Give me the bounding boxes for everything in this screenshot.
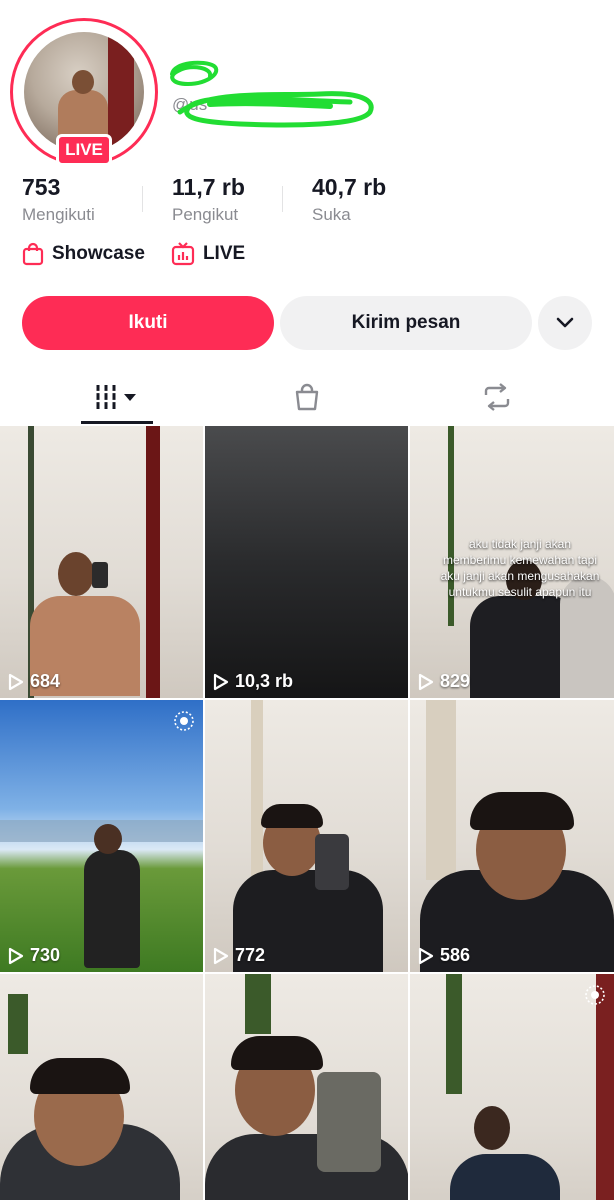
shopping-bag-icon: [22, 242, 44, 266]
profile-links: Showcase LIVE: [22, 242, 271, 266]
handle-redaction-scribble: [177, 91, 374, 128]
view-count-value: 772: [235, 945, 266, 965]
pinned-icon: [585, 985, 605, 1005]
repost-icon: [484, 383, 510, 411]
stat-divider: [282, 186, 283, 212]
play-icon: [418, 947, 434, 964]
person-hair: [30, 1058, 130, 1094]
pinned-icon: [174, 711, 194, 731]
play-icon: [8, 673, 24, 690]
window-frame: [446, 974, 462, 1094]
live-link-label: LIVE: [202, 243, 246, 264]
tab-reposts[interactable]: [462, 370, 532, 424]
view-count-value: 684: [30, 671, 61, 691]
send-message-button[interactable]: Kirim pesan: [280, 296, 532, 350]
chevron-down-icon: [556, 317, 574, 328]
stat-following-label: Mengikuti: [22, 205, 95, 224]
stat-likes[interactable]: 40,7 rb Suka: [312, 174, 386, 225]
view-count: 730: [8, 945, 60, 966]
view-count-value: 829: [440, 671, 471, 691]
view-count-value: 10,3 rb: [235, 671, 294, 691]
video-thumbnail[interactable]: [410, 974, 614, 1200]
video-thumbnail[interactable]: aku tidak janji akan memberimu kemewahan…: [410, 426, 614, 698]
video-thumbnail[interactable]: [0, 974, 203, 1200]
person-hair: [231, 1036, 323, 1070]
stat-likes-value: 40,7 rb: [312, 174, 387, 200]
avatar-head: [72, 70, 94, 94]
person-head: [94, 824, 122, 854]
view-count: 586: [418, 945, 470, 966]
video-thumbnail[interactable]: 772: [205, 700, 408, 972]
video-caption-overlay: aku tidak janji akan memberimu kemewahan…: [440, 537, 600, 599]
window-frame: [8, 994, 28, 1054]
person-head: [474, 1106, 510, 1150]
stat-followers[interactable]: 11,7 rb Pengikut: [172, 174, 245, 225]
play-icon: [418, 673, 434, 690]
video-grid: 684 10,3 rb aku tidak janji akan memberi…: [0, 426, 614, 1200]
door-frame: [596, 974, 614, 1200]
person-hair: [470, 792, 574, 830]
person-torso: [450, 1154, 560, 1200]
videos-grid-icon: [94, 385, 136, 409]
stat-divider: [142, 186, 143, 212]
stat-followers-label: Pengikut: [172, 205, 239, 224]
person-figure: [84, 850, 140, 968]
phone: [315, 834, 349, 890]
stat-following-value: 753: [22, 174, 61, 200]
view-count: 829: [418, 671, 470, 692]
view-count-value: 586: [440, 945, 471, 965]
stat-followers-value: 11,7 rb: [172, 174, 245, 200]
tab-videos[interactable]: [81, 370, 153, 424]
active-tab-indicator: [81, 421, 153, 424]
avatar-body: [58, 90, 108, 140]
phone: [92, 562, 108, 588]
play-icon: [8, 947, 24, 964]
video-thumbnail[interactable]: [205, 974, 408, 1200]
avatar-door: [108, 32, 134, 152]
phone: [317, 1072, 381, 1172]
person-head: [58, 552, 94, 596]
follow-button[interactable]: Ikuti: [22, 296, 274, 350]
video-thumbnail[interactable]: 10,3 rb: [205, 426, 408, 698]
person-hair: [261, 804, 323, 828]
showcase-link[interactable]: Showcase: [22, 242, 145, 266]
view-count-value: 730: [30, 945, 61, 965]
wall-decor: [426, 700, 456, 880]
view-count: 772: [213, 945, 265, 966]
live-badge[interactable]: LIVE: [56, 134, 112, 166]
live-tv-icon: [171, 242, 195, 266]
stat-following[interactable]: 753 Mengikuti: [22, 174, 95, 225]
shopping-bag-icon: [295, 383, 319, 411]
view-count: 10,3 rb: [213, 671, 293, 692]
door-frame: [146, 426, 160, 698]
view-count: 684: [8, 671, 60, 692]
video-thumbnail[interactable]: 586: [410, 700, 614, 972]
play-icon: [213, 673, 229, 690]
more-options-button[interactable]: [538, 296, 592, 350]
live-link[interactable]: LIVE: [171, 242, 245, 266]
showcase-label: Showcase: [52, 243, 145, 264]
tab-showcase[interactable]: [272, 370, 342, 424]
window-frame: [245, 974, 271, 1034]
play-icon: [213, 947, 229, 964]
video-thumbnail[interactable]: 684: [0, 426, 203, 698]
video-thumbnail[interactable]: 730: [0, 700, 203, 972]
stat-likes-label: Suka: [312, 205, 351, 224]
